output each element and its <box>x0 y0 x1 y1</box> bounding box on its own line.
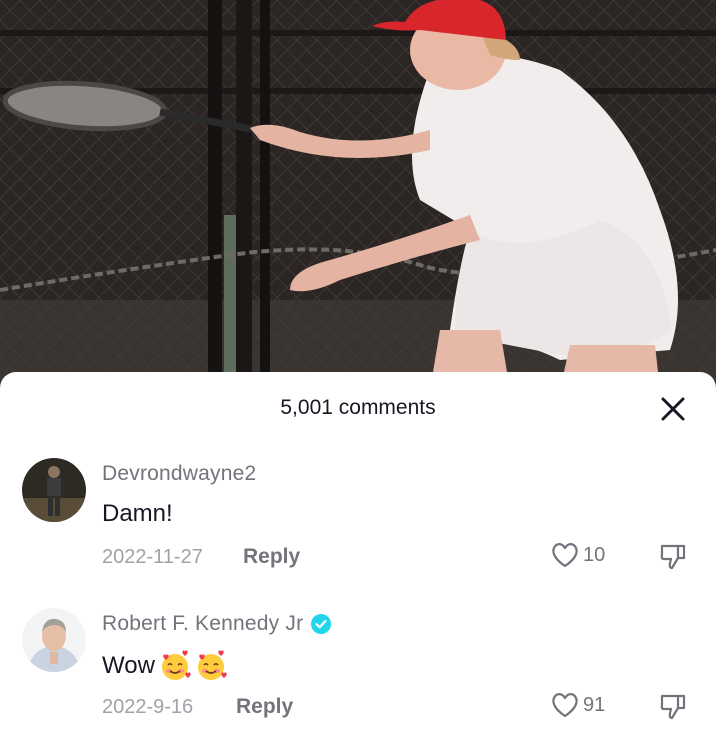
like-count: 91 <box>583 693 606 716</box>
reply-button[interactable]: Reply <box>243 545 300 569</box>
comment-date: 2022-11-27 <box>102 546 203 568</box>
avatar[interactable] <box>22 458 86 522</box>
heart-icon <box>552 543 578 568</box>
like-button[interactable]: 10 <box>550 541 605 569</box>
comment-username[interactable]: Robert F. Kennedy Jr <box>102 612 332 636</box>
comment-text: Wow <box>102 650 227 682</box>
comment-username[interactable]: Devrondwayne2 <box>102 462 256 486</box>
smiling-face-with-hearts-icon <box>197 650 227 680</box>
smiling-face-with-hearts-icon <box>161 650 191 680</box>
comment-text: Damn! <box>102 500 173 527</box>
close-icon[interactable] <box>658 394 688 424</box>
dislike-icon[interactable] <box>658 542 688 572</box>
comments-sheet: 5,001 comments Devrondwayne2 Damn! 2022-… <box>0 372 716 731</box>
reply-button[interactable]: Reply <box>236 695 293 719</box>
verified-badge-icon <box>311 614 332 634</box>
video-background[interactable] <box>0 0 716 390</box>
comments-count: 5,001 comments <box>280 396 436 419</box>
avatar[interactable] <box>22 608 86 672</box>
like-count: 10 <box>583 543 606 566</box>
video-frame-image <box>0 0 716 390</box>
like-button[interactable]: 91 <box>550 691 605 719</box>
comment-date: 2022-9-16 <box>102 696 194 718</box>
dislike-icon[interactable] <box>658 692 688 722</box>
heart-icon <box>552 693 578 718</box>
comments-header: 5,001 comments <box>0 372 716 442</box>
